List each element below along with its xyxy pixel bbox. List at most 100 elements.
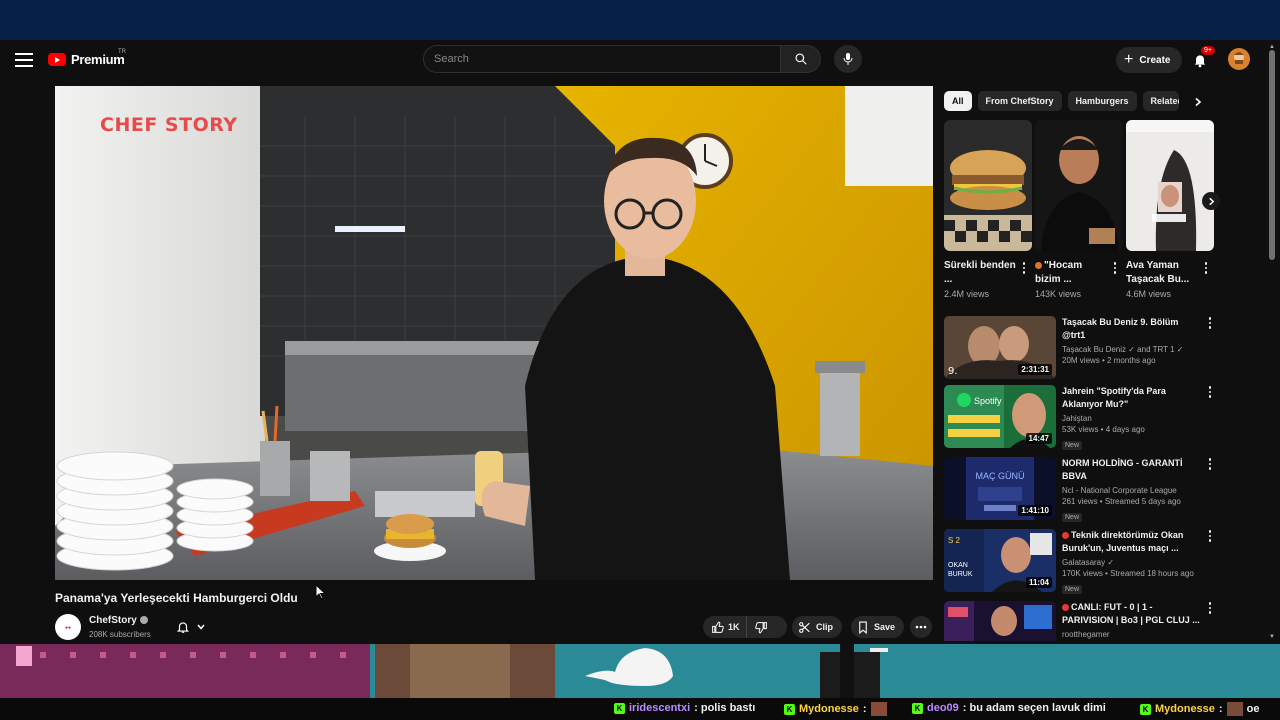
video-frame bbox=[55, 86, 933, 580]
more-vertical-icon[interactable] bbox=[1020, 261, 1028, 275]
create-button[interactable]: + Create bbox=[1116, 47, 1183, 73]
voice-search-button[interactable] bbox=[834, 45, 862, 73]
recommendation-info: Teknik direktörümüz Okan Buruk'un, Juven… bbox=[1062, 529, 1202, 596]
recommendation-info: Jahrein "Spotify'da Para Aklanıyor Mu?" … bbox=[1062, 385, 1202, 452]
chat-message: K iridescentxi : polis bastı bbox=[614, 702, 755, 714]
chips-next-button[interactable] bbox=[1189, 93, 1207, 111]
new-badge: New bbox=[1062, 441, 1083, 450]
recommendation-channel[interactable]: Taşacak Bu Deniz ✓ and TRT 1 ✓ bbox=[1062, 345, 1202, 354]
chat-username: Mydonesse bbox=[799, 703, 859, 715]
more-actions-button[interactable] bbox=[910, 616, 932, 638]
emote-icon bbox=[870, 702, 887, 716]
recommendation-item[interactable]: MAÇ GÜNÜ 1:41:10 NORM HOLDİNG - GARANTİ … bbox=[944, 457, 1219, 522]
channel-avatar[interactable]: ●● bbox=[55, 614, 81, 640]
recommendation-item[interactable]: 9. 2:31:31 Taşacak Bu Deniz 9. Bölüm @tr… bbox=[944, 316, 1219, 380]
recommendation-title[interactable]: Teknik direktörümüz Okan Buruk'un, Juven… bbox=[1062, 529, 1202, 555]
svg-text:●●: ●● bbox=[65, 625, 71, 631]
notifications-badge: 9+ bbox=[1201, 46, 1215, 55]
filter-chips: All From ChefStory Hamburgers Related bbox=[944, 91, 1179, 113]
thumbs-down-icon bbox=[754, 621, 767, 633]
notifications-button[interactable]: 9+ bbox=[1189, 46, 1215, 71]
shorts-next-button[interactable] bbox=[1202, 192, 1220, 210]
recommendation-title[interactable]: Taşacak Bu Deniz 9. Bölüm @trt1 bbox=[1062, 316, 1202, 342]
video-player[interactable]: CHEF STORY bbox=[55, 86, 933, 580]
channel-name-text: ChefStory bbox=[89, 615, 137, 626]
verified-icon bbox=[139, 616, 148, 625]
chevron-right-icon bbox=[1208, 197, 1214, 205]
recommendation-channel[interactable]: rootthegamer bbox=[1062, 630, 1202, 639]
recommendation-channel[interactable]: Galatasaray ✓ bbox=[1062, 558, 1202, 567]
dislike-button[interactable] bbox=[747, 616, 776, 638]
more-vertical-icon[interactable] bbox=[1206, 316, 1214, 330]
clip-label: Clip bbox=[816, 622, 833, 632]
more-vertical-icon[interactable] bbox=[1206, 385, 1214, 399]
more-vertical-icon[interactable] bbox=[1206, 457, 1214, 471]
new-badge: New bbox=[1062, 585, 1083, 594]
like-count: 1K bbox=[728, 622, 740, 632]
short-title[interactable]: "Hocam bizim ... bbox=[1035, 259, 1107, 287]
chip-from-chefstory[interactable]: From ChefStory bbox=[977, 91, 1062, 111]
short-thumbnail[interactable] bbox=[1126, 120, 1214, 251]
save-button[interactable]: Save bbox=[851, 616, 905, 638]
recommendation-item[interactable]: Spotify 14:47 Jahrein "Spotify'da Para A… bbox=[944, 385, 1219, 452]
more-vertical-icon[interactable] bbox=[1206, 529, 1214, 543]
create-label: Create bbox=[1139, 54, 1171, 66]
recommendation-title[interactable]: Jahrein "Spotify'da Para Aklanıyor Mu?" bbox=[1062, 385, 1202, 411]
youtube-masthead: Premium TR + Create 9+ bbox=[0, 40, 1280, 80]
chip-related[interactable]: Related bbox=[1142, 91, 1179, 111]
recommendation-item[interactable]: S 2 OKAN BURUK 11:04 Teknik direktörümüz O… bbox=[944, 529, 1219, 596]
recommendation-thumbnail[interactable]: MAÇ GÜNÜ 1:41:10 bbox=[944, 457, 1056, 520]
subscriber-count: 208K subscribers bbox=[89, 630, 151, 639]
emoji-icon bbox=[1035, 262, 1042, 269]
stream-overlay-scene bbox=[0, 644, 1280, 698]
more-vertical-icon[interactable] bbox=[1206, 601, 1214, 615]
recommendation-item[interactable]: CANLI: FUT - 0 | 1 - PARIVISION | Bo3 | … bbox=[944, 601, 1219, 641]
short-item[interactable]: "Hocam bizim ... 143K views bbox=[1035, 120, 1123, 299]
more-vertical-icon[interactable] bbox=[1202, 261, 1210, 275]
short-title[interactable]: Ava Yaman Taşacak Bu... bbox=[1126, 259, 1198, 287]
page-scrollbar[interactable]: ▲ ▼ bbox=[1268, 44, 1276, 644]
short-thumbnail[interactable] bbox=[1035, 120, 1123, 251]
like-dislike-group: 1K bbox=[703, 616, 787, 638]
svg-text:Spotify: Spotify bbox=[974, 396, 1002, 406]
recommendation-title[interactable]: CANLI: FUT - 0 | 1 - PARIVISION | Bo3 | … bbox=[1062, 601, 1202, 627]
video-duration: 11:04 bbox=[1025, 577, 1052, 588]
channel-name[interactable]: ChefStory bbox=[89, 615, 148, 626]
logo-region: TR bbox=[118, 49, 126, 55]
recommendation-thumbnail[interactable] bbox=[944, 601, 1056, 641]
chip-hamburgers[interactable]: Hamburgers bbox=[1067, 91, 1137, 111]
short-item[interactable]: Ava Yaman Taşacak Bu... 4.6M views bbox=[1126, 120, 1214, 299]
chat-username: Mydonesse bbox=[1155, 703, 1215, 715]
menu-icon[interactable] bbox=[12, 48, 36, 72]
stream-top-bar bbox=[0, 0, 1280, 40]
youtube-logo[interactable]: Premium bbox=[48, 52, 125, 67]
chat-username: deo09 bbox=[927, 702, 959, 714]
svg-text:S 2: S 2 bbox=[948, 536, 961, 545]
more-vertical-icon[interactable] bbox=[1111, 261, 1119, 275]
recommendation-channel[interactable]: Jahiştan bbox=[1062, 414, 1202, 423]
short-thumbnail[interactable] bbox=[944, 120, 1032, 251]
video-duration: 2:31:31 bbox=[1018, 364, 1052, 375]
short-item[interactable]: Sürekli benden ... 2.4M views bbox=[944, 120, 1032, 299]
bell-icon bbox=[176, 622, 190, 633]
scroll-thumb[interactable] bbox=[1269, 50, 1275, 260]
chat-message: K deo09 : bu adam seçen lavuk dimi bbox=[912, 702, 1106, 714]
recommendation-thumbnail[interactable]: 9. 2:31:31 bbox=[944, 316, 1056, 379]
recommendation-title[interactable]: NORM HOLDİNG - GARANTİ BBVA bbox=[1062, 457, 1202, 483]
clip-button[interactable]: Clip bbox=[792, 616, 842, 638]
svg-text:OKAN: OKAN bbox=[948, 562, 968, 569]
stream-chat-ticker: K iridescentxi : polis bastı K Mydonesse… bbox=[0, 698, 1280, 720]
recommendation-thumbnail[interactable]: S 2 OKAN BURUK 11:04 bbox=[944, 529, 1056, 592]
like-button[interactable]: 1K bbox=[703, 616, 747, 638]
scroll-down-icon[interactable]: ▼ bbox=[1268, 634, 1276, 640]
account-avatar[interactable] bbox=[1228, 48, 1250, 70]
recommendation-thumbnail[interactable]: Spotify 14:47 bbox=[944, 385, 1056, 448]
short-title[interactable]: Sürekli benden ... bbox=[944, 259, 1016, 287]
kick-badge-icon: K bbox=[912, 702, 923, 714]
search-input[interactable] bbox=[423, 45, 781, 73]
recommendation-channel[interactable]: Ncl - National Corporate League bbox=[1062, 486, 1202, 495]
subscription-bell-button[interactable] bbox=[176, 618, 214, 636]
recommendation-meta: 20M views • 2 months ago bbox=[1062, 356, 1156, 365]
search-button[interactable] bbox=[781, 45, 821, 73]
chip-all[interactable]: All bbox=[944, 91, 972, 111]
